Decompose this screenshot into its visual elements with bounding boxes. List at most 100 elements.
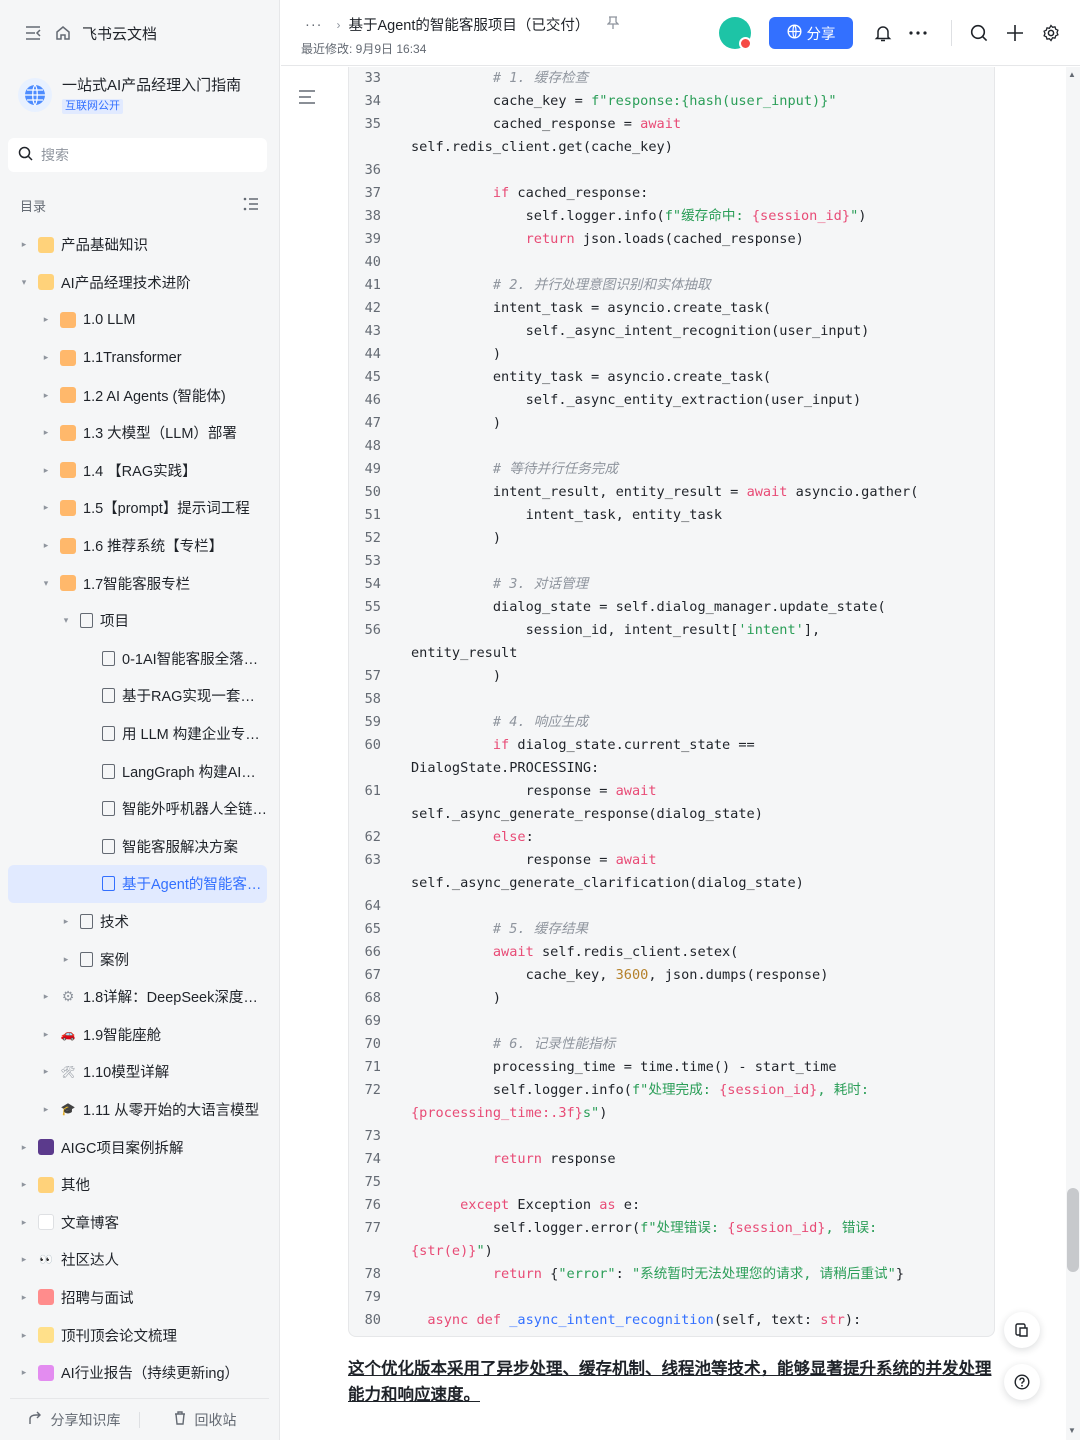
brand-name[interactable]: 飞书云文档 xyxy=(82,23,157,44)
tree-item[interactable]: ▸ 产品基础知识 xyxy=(8,226,267,264)
tree-item[interactable]: ▸ 1.3 大模型（LLM）部署 xyxy=(8,414,267,452)
code-line: 52 ) xyxy=(349,527,994,550)
list-options-icon[interactable] xyxy=(243,197,259,214)
search-icon[interactable] xyxy=(967,21,991,45)
line-number: 33 xyxy=(364,70,381,86)
tree-item[interactable]: ▸ 🎓 1.11 从零开始的大语言模型 xyxy=(8,1091,267,1129)
chevron-down-icon[interactable]: ▾ xyxy=(18,277,30,288)
sidebar: 飞书云文档 一站式AI产品经理入门指南 互联网公开 搜索 目录 ▸ 产品基础知识 ▾… xyxy=(0,0,280,1440)
scroll-up-arrow-icon[interactable]: ▲ xyxy=(1068,70,1076,79)
tree-item[interactable]: ▸ 招聘与面试 xyxy=(8,1279,267,1317)
tree-item[interactable]: 智能客服解决方案 xyxy=(8,828,267,866)
tree-item[interactable]: ▸ 1.1Transformer xyxy=(8,339,267,377)
chevron-right-icon[interactable]: ▸ xyxy=(40,1029,52,1040)
code-text: except Exception as e: xyxy=(460,1197,641,1213)
chevron-right-icon[interactable]: ▸ xyxy=(40,502,52,513)
chevron-right-icon[interactable]: ▸ xyxy=(18,1142,30,1153)
chevron-right-icon[interactable]: ▸ xyxy=(40,1066,52,1077)
chevron-right-icon[interactable]: ▸ xyxy=(60,916,72,927)
chevron-right-icon[interactable]: ▸ xyxy=(18,1254,30,1265)
chevron-right-icon[interactable]: ▸ xyxy=(40,352,52,363)
gear-icon[interactable] xyxy=(1039,21,1063,45)
tree-item[interactable]: ▸ 1.6 推荐系统【专栏】 xyxy=(8,527,267,565)
chevron-right-icon[interactable]: ▸ xyxy=(40,427,52,438)
tree-item[interactable]: ▸ 👀 社区达人 xyxy=(8,1241,267,1279)
tree-item[interactable]: ▸ 1.5【prompt】提示词工程 xyxy=(8,489,267,527)
tree-item[interactable]: ▸ 1.2 AI Agents (智能体) xyxy=(8,376,267,414)
tree-item[interactable]: 智能外呼机器人全链路设计 xyxy=(8,790,267,828)
outline-toggle-icon[interactable] xyxy=(297,88,317,108)
tree-item-label: AIGC项目案例拆解 xyxy=(61,1140,184,1157)
tree-item[interactable]: ▸ 1.4 【RAG实践】 xyxy=(8,452,267,490)
chevron-right-icon[interactable]: ▸ xyxy=(18,239,30,250)
share-kb-button[interactable]: 分享知识库 xyxy=(10,1410,139,1430)
tree-item[interactable]: 用 LLM 构建企业专属智能客服 xyxy=(8,715,267,753)
share-button[interactable]: 分享 xyxy=(769,17,853,49)
plus-icon[interactable] xyxy=(1003,21,1027,45)
tree-item[interactable]: ▸ 技术 xyxy=(8,903,267,941)
chevron-right-icon[interactable]: ▸ xyxy=(18,1217,30,1228)
more-options-icon[interactable] xyxy=(906,21,930,45)
knowledge-base-header[interactable]: 一站式AI产品经理入门指南 互联网公开 xyxy=(0,66,279,124)
chevron-right-icon[interactable]: ▸ xyxy=(40,314,52,325)
tree-item[interactable]: 0-1AI智能客服全落地实践 xyxy=(8,640,267,678)
code-line: 70 # 6. 记录性能指标 xyxy=(349,1033,994,1056)
code-line: 35 cached_response = await xyxy=(349,113,994,136)
document-icon xyxy=(102,838,115,854)
tree-item[interactable]: ▾ 1.7智能客服专栏 xyxy=(8,564,267,602)
line-number: 48 xyxy=(364,438,381,454)
scroll-down-arrow-icon[interactable]: ▼ xyxy=(1068,1426,1076,1435)
chevron-right-icon[interactable]: ▸ xyxy=(40,540,52,551)
tree-item[interactable]: LangGraph 构建AI智能体 xyxy=(8,752,267,790)
tree-item-label: 1.0 LLM xyxy=(83,311,136,328)
tree-item[interactable]: 基于Agent的智能客服项目（已交付） xyxy=(8,865,267,903)
breadcrumb-more[interactable]: ··· xyxy=(305,17,323,33)
tree-item[interactable]: ▸ AI行业报告（持续更新ing） xyxy=(8,1354,267,1392)
tree-item[interactable]: ▸ AIGC项目案例拆解 xyxy=(8,1128,267,1166)
copy-icon[interactable] xyxy=(1004,1312,1040,1348)
tree-item-label: 1.10模型详解 xyxy=(83,1065,170,1082)
chevron-right-icon[interactable]: ▸ xyxy=(40,390,52,401)
code-text: cached_response = await xyxy=(411,116,682,132)
chevron-right-icon[interactable]: ▸ xyxy=(40,991,52,1002)
code-line: 80 async def _async_intent_recognition(s… xyxy=(349,1309,994,1332)
tree-item[interactable]: ▸ 其他 xyxy=(8,1166,267,1204)
code-text: if cached_response: xyxy=(492,185,649,201)
chevron-right-icon[interactable]: ▸ xyxy=(60,954,72,965)
chevron-right-icon[interactable]: ▸ xyxy=(18,1292,30,1303)
tree-item[interactable]: 基于RAG实现一套企业级知识库 xyxy=(8,677,267,715)
chevron-down-icon[interactable]: ▾ xyxy=(60,615,72,626)
chevron-right-icon[interactable]: ▸ xyxy=(18,1179,30,1190)
collapse-sidebar-icon[interactable] xyxy=(22,22,44,44)
tree-item[interactable]: ▸ 1.0 LLM xyxy=(8,301,267,339)
help-icon[interactable] xyxy=(1004,1364,1040,1400)
chevron-right-icon[interactable]: ▸ xyxy=(18,1330,30,1341)
chevron-down-icon[interactable]: ▾ xyxy=(40,578,52,589)
code-line: 76 except Exception as e: xyxy=(349,1194,994,1217)
tree-item[interactable]: ▸ 顶刊顶会论文梳理 xyxy=(8,1316,267,1354)
tree-item-label: 0-1AI智能客服全落地实践 xyxy=(122,651,267,668)
chevron-right-icon[interactable]: ▸ xyxy=(40,465,52,476)
pin-icon[interactable] xyxy=(606,16,620,33)
tree-item[interactable]: ▸ 🛠 1.10模型详解 xyxy=(8,1053,267,1091)
tree-item[interactable]: ▾ 项目 xyxy=(8,602,267,640)
sidebar-search[interactable]: 搜索 xyxy=(8,138,267,172)
home-icon[interactable] xyxy=(52,22,74,44)
chevron-right-icon[interactable]: ▸ xyxy=(40,1104,52,1115)
tree-item[interactable]: ▸ 🚗 1.9智能座舱 xyxy=(8,1015,267,1053)
line-number: 52 xyxy=(364,530,381,546)
avatar[interactable] xyxy=(719,17,752,50)
bell-icon[interactable] xyxy=(871,21,895,45)
document-icon xyxy=(102,650,115,666)
tree-item[interactable]: ▸ 文章博客 xyxy=(8,1203,267,1241)
trash-button[interactable]: 回收站 xyxy=(140,1410,269,1430)
line-number: 73 xyxy=(364,1128,381,1144)
tree-item[interactable]: ▾ AI产品经理技术进阶 xyxy=(8,264,267,302)
code-line: 79 xyxy=(349,1286,994,1309)
chevron-right-icon[interactable]: ▸ xyxy=(18,1367,30,1378)
tree-item[interactable]: ▸ ⚙ 1.8详解：DeepSeek深度推理模型 xyxy=(8,978,267,1016)
tree-item[interactable]: ▸ 案例 xyxy=(8,940,267,978)
doc-title[interactable]: 基于Agent的智能客服项目（已交付） xyxy=(349,14,590,35)
scrollbar-thumb[interactable] xyxy=(1067,1188,1079,1272)
